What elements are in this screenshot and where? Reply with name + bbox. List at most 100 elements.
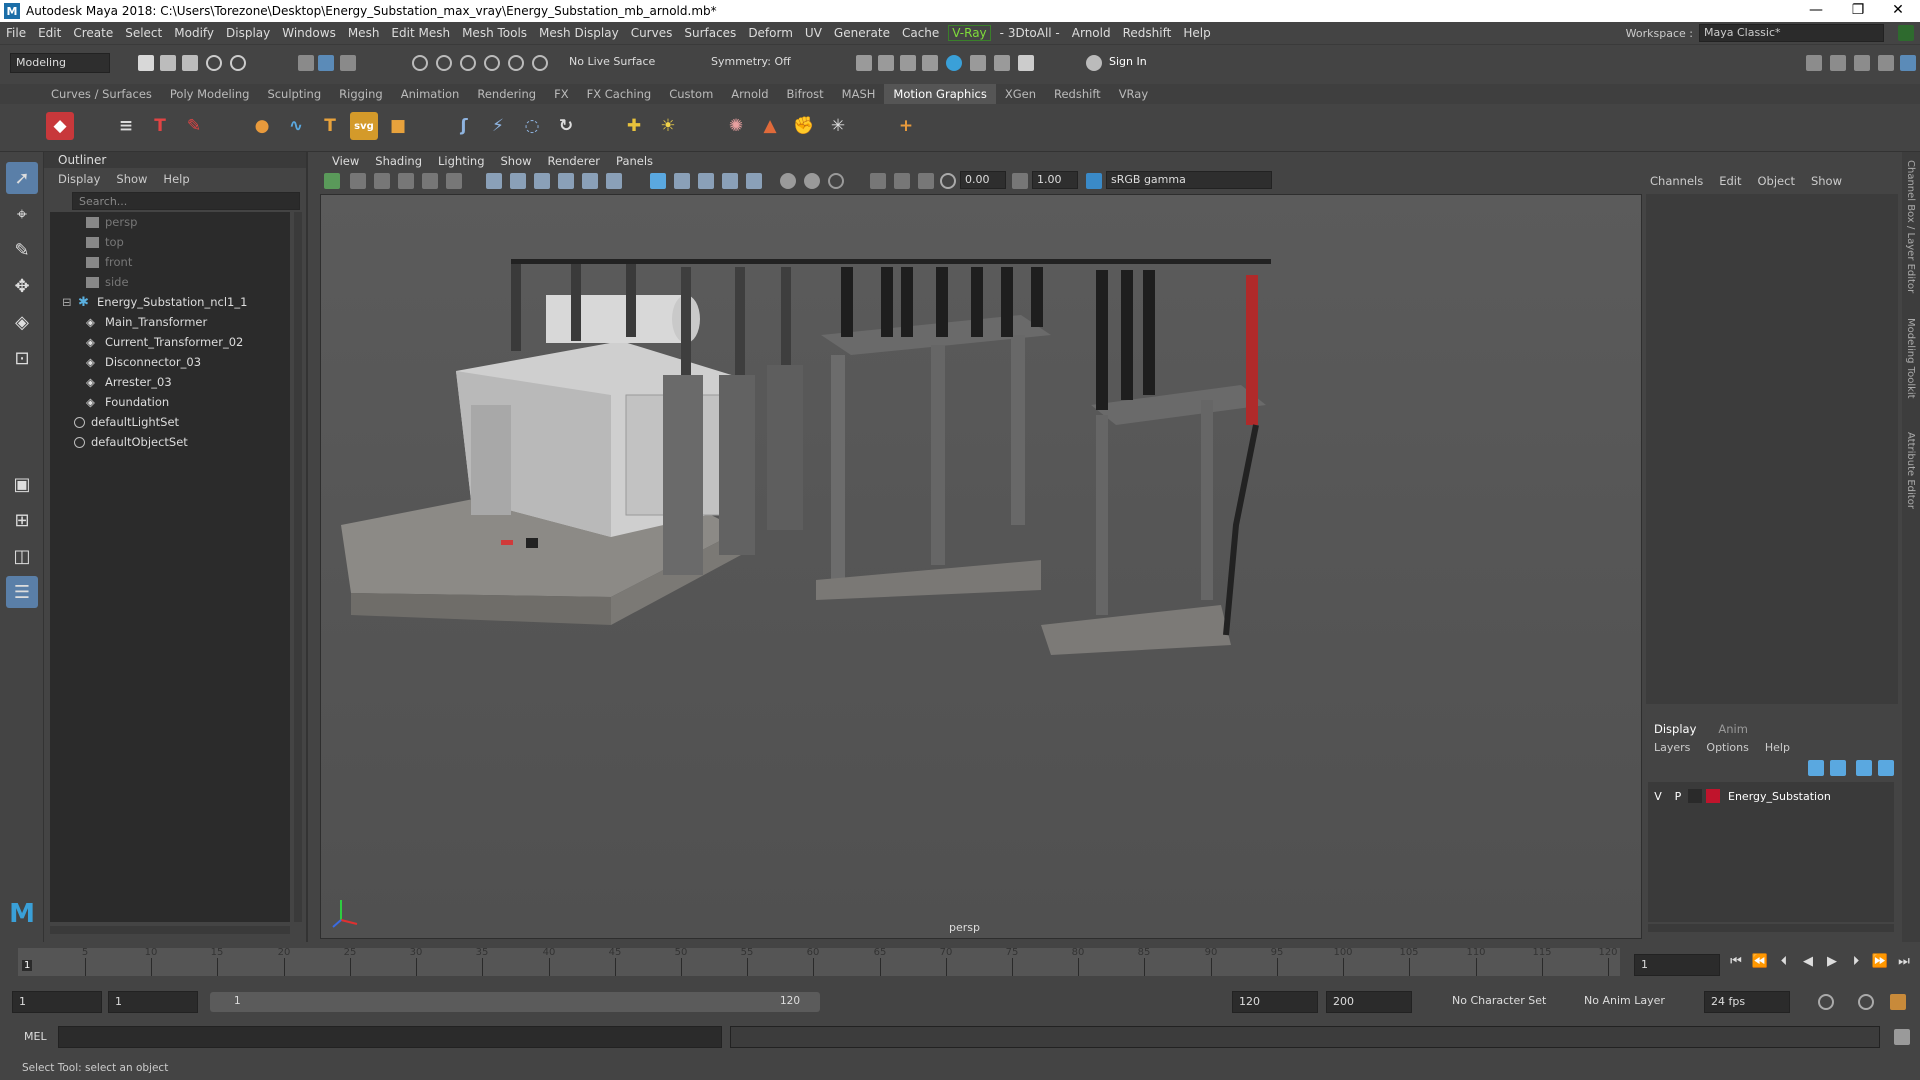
shelf-tab-fx-caching[interactable]: FX Caching [578,87,661,101]
outliner-scrollbar[interactable] [294,212,302,922]
shelf-tab-fx[interactable]: FX [545,87,578,101]
hypershade-icon[interactable] [946,55,962,71]
add-shelf-icon[interactable]: + [892,112,920,140]
select-object-icon[interactable] [318,55,334,71]
snap-view-icon[interactable] [484,55,500,71]
viewport-menu-renderer[interactable]: Renderer [540,154,609,168]
outliner-menu-display[interactable]: Display [58,172,100,186]
move-layer-up-icon[interactable] [1808,760,1824,776]
menu-edit[interactable]: Edit [32,26,67,40]
menu-vray[interactable]: V-Ray [948,25,991,41]
tree-item[interactable]: top [50,232,290,252]
resolution-gate-icon[interactable] [870,173,886,189]
tool-settings-icon[interactable] [1854,55,1870,71]
timeline-ruler[interactable]: 1 5 10 15 20 25 30 35 40 45 50 55 60 65 70 75 80 85 90 95 1… [18,947,1620,976]
help-menu[interactable]: Help [1765,741,1790,754]
lasso-select-icon[interactable]: ⌖ [6,198,38,230]
shelf-tab-poly-modeling[interactable]: Poly Modeling [161,87,259,101]
grid-toggle-icon[interactable] [422,173,438,189]
mash-network-icon[interactable]: ◆ [46,112,74,140]
lock-icon[interactable] [1898,25,1914,41]
layer-name[interactable]: Energy_Substation [1728,790,1831,803]
shelf-tab-arnold[interactable]: Arnold [722,87,777,101]
tab-display[interactable]: Display [1654,722,1696,736]
layer-color-swatch[interactable] [1706,789,1720,803]
close-button[interactable]: ✕ [1878,0,1918,22]
dof-icon[interactable] [828,173,844,189]
show-menu[interactable]: Show [1811,174,1842,188]
image-plane-icon[interactable] [398,173,414,189]
gate-mask-icon[interactable] [918,173,934,189]
camera-select-icon[interactable] [324,173,340,189]
tree-item-group[interactable]: ⊟ ✱ Energy_Substation_ncl1_1 [50,292,290,312]
shadows-icon[interactable] [582,173,598,189]
loop-icon[interactable] [1818,994,1834,1010]
go-to-end-icon[interactable]: ⏭ [1894,954,1914,969]
undo-icon[interactable] [206,55,222,71]
shelf-tab-curves-surfaces[interactable]: Curves / Surfaces [42,87,161,101]
gamma-icon[interactable] [1012,173,1028,189]
snap-curve-icon[interactable] [436,55,452,71]
isolate-icon[interactable] [722,173,738,189]
menu-deform[interactable]: Deform [742,26,799,40]
workspace-dropdown[interactable]: Maya Classic* [1699,24,1884,42]
character-set-dropdown[interactable]: No Character Set [1452,994,1546,1007]
tree-item[interactable]: front [50,252,290,272]
modeling-toolkit-icon[interactable] [1806,55,1822,71]
menu-select[interactable]: Select [119,26,168,40]
exposure-field[interactable]: 0.00 [960,171,1006,189]
symmetry-dropdown[interactable]: Symmetry: Off [706,53,802,73]
color-management-icon[interactable] [1086,173,1102,189]
paint-icon[interactable]: ✎ [180,112,208,140]
type-tool-icon[interactable]: T [146,112,174,140]
mel-label[interactable]: MEL [24,1030,47,1043]
menu-edit-mesh[interactable]: Edit Mesh [385,26,456,40]
shelf-tab-mash[interactable]: MASH [833,87,885,101]
current-frame-field[interactable]: 1 [1634,954,1720,976]
svg-tool-icon[interactable]: svg [350,112,378,140]
playblast-icon[interactable] [994,55,1010,71]
select-tool-icon[interactable]: ➚ [6,162,38,194]
motion-blur-icon[interactable] [780,173,796,189]
tree-item[interactable]: defaultLightSet [50,412,290,432]
mode-dropdown[interactable]: Modeling [10,53,110,73]
sun-light-icon[interactable]: ☀ [654,112,682,140]
menu-create[interactable]: Create [67,26,119,40]
hud-icon[interactable] [746,173,762,189]
open-scene-icon[interactable] [160,55,176,71]
render-settings-icon[interactable] [922,55,938,71]
step-back-key-icon[interactable]: ⏪ [1750,954,1770,969]
layer-playback-toggle[interactable]: P [1668,790,1688,803]
object-menu[interactable]: Object [1758,174,1795,188]
play-forward-icon[interactable]: ▶ [1822,954,1842,969]
play-back-icon[interactable]: ◀ [1798,954,1818,969]
menu-modify[interactable]: Modify [168,26,220,40]
exposure-icon[interactable] [940,173,956,189]
start-time-field[interactable]: 1 [12,991,102,1013]
menu-curves[interactable]: Curves [625,26,679,40]
select-hierarchy-icon[interactable] [298,55,314,71]
side-tab-channel-box[interactable]: Channel Box / Layer Editor [1905,160,1916,293]
live-surface-field[interactable]: No Live Surface [564,53,662,73]
mel-input[interactable] [58,1026,722,1048]
timeline-current-marker[interactable]: 1 [22,960,33,971]
bookmark-icon[interactable] [374,173,390,189]
lights-icon[interactable] [558,173,574,189]
single-view-icon[interactable]: ▣ [6,468,38,500]
collapse-icon[interactable]: ⊟ [62,295,72,309]
textured-icon[interactable] [534,173,550,189]
xray-icon[interactable] [674,173,690,189]
wireframe-icon[interactable] [486,173,502,189]
snowflake-icon[interactable]: ✳ [824,112,852,140]
auto-key-icon[interactable] [1858,994,1874,1010]
shaded-cube-icon[interactable] [650,173,666,189]
paint-select-icon[interactable]: ✎ [6,234,38,266]
shelf-tab-bifrost[interactable]: Bifrost [778,87,833,101]
shelf-tab-animation[interactable]: Animation [392,87,469,101]
list-icon[interactable]: ≡ [112,112,140,140]
menu-file[interactable]: File [0,26,32,40]
edit-menu[interactable]: Edit [1719,174,1741,188]
shelf-tab-sculpting[interactable]: Sculpting [258,87,330,101]
tree-item[interactable]: defaultObjectSet [50,432,290,452]
menu-surfaces[interactable]: Surfaces [678,26,742,40]
